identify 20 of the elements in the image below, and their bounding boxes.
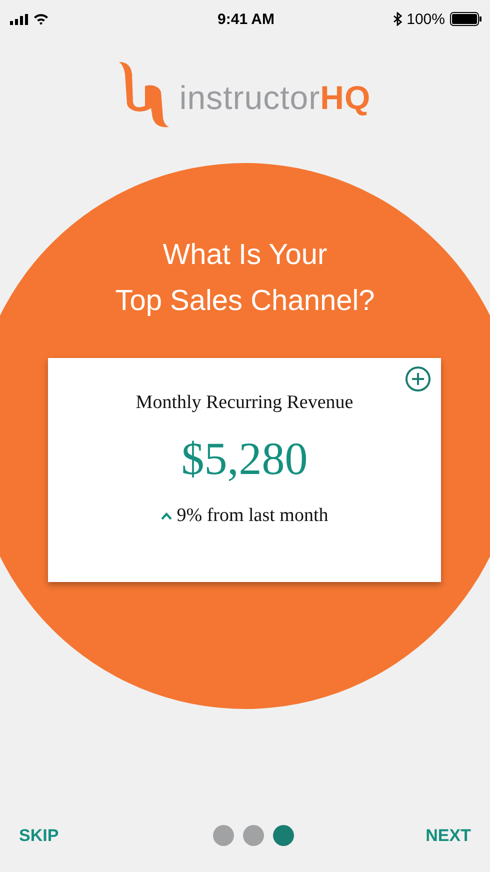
- battery-percent: 100%: [406, 10, 445, 28]
- signal-icon: [10, 14, 28, 24]
- wifi-icon: [33, 13, 49, 25]
- bluetooth-icon: [392, 12, 402, 26]
- up-caret-icon: [160, 512, 172, 520]
- add-icon[interactable]: [405, 366, 431, 392]
- page-dot[interactable]: [212, 825, 234, 846]
- logo-wordmark: instructorHQ: [179, 79, 371, 117]
- battery-icon: [450, 12, 482, 26]
- status-time: 9:41 AM: [218, 10, 274, 28]
- change-text: 9% from last month: [176, 505, 328, 527]
- next-button[interactable]: NEXT: [426, 826, 471, 846]
- page-dot[interactable]: [242, 825, 264, 846]
- revenue-value: $5,280: [181, 432, 308, 485]
- page-dot[interactable]: [272, 825, 294, 846]
- heading-text: Top Sales Channel?: [115, 284, 375, 319]
- skip-button[interactable]: SKIP: [19, 826, 59, 846]
- card-title: Monthly Recurring Revenue: [136, 392, 354, 414]
- heading-text: What Is Your: [162, 238, 328, 273]
- logo-icon: [119, 62, 170, 128]
